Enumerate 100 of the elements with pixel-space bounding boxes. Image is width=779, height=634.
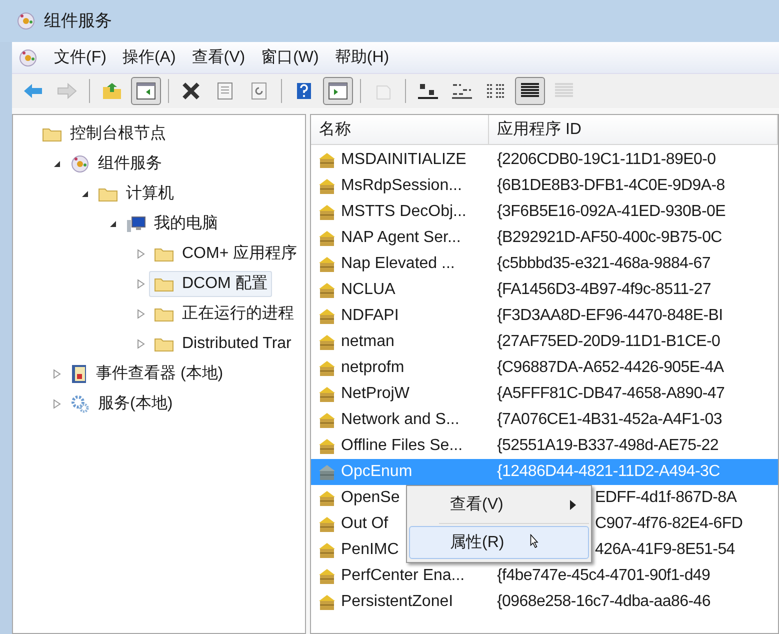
table-cell[interactable]: MSDAINITIALIZE <box>311 147 489 173</box>
details-view-icon <box>553 82 575 100</box>
menu-item[interactable]: 文件(F) <box>54 46 106 70</box>
event-log-icon <box>70 364 88 384</box>
tree-item[interactable]: 事件查看器 (本地) <box>65 361 228 387</box>
help-icon <box>296 82 312 100</box>
table-cell[interactable]: OpenSe <box>311 485 403 511</box>
tree-item[interactable]: 正在运行的进程 <box>149 301 299 327</box>
column-header[interactable]: 名称 <box>311 115 489 145</box>
tree-item-label: 事件查看器 (本地) <box>96 364 224 384</box>
toolbar-button[interactable] <box>515 77 545 105</box>
package-icon <box>317 254 337 274</box>
table-cell[interactable]: NetProjW <box>311 381 489 407</box>
gear-icon <box>70 394 90 414</box>
context-menu-item[interactable]: 查看(V) <box>409 488 589 521</box>
table-cell[interactable]: netman <box>311 329 489 355</box>
table-cell-text: {52551A19-B337-498d-AE75-22 <box>496 436 720 456</box>
folder-icon <box>154 246 174 262</box>
tree-item[interactable]: 服务(本地) <box>65 391 178 417</box>
table-cell-text: {3F6B5E16-092A-41ED-930B-0E <box>496 202 726 222</box>
expand-arrow-icon[interactable] <box>53 369 61 379</box>
tree-item[interactable]: Distributed Trar <box>149 331 296 357</box>
table-cell[interactable]: NDFAPI <box>311 303 489 329</box>
refresh-icon <box>250 82 268 100</box>
table-cell-text: {27AF75ED-20D9-11D1-B1CE-0 <box>496 332 722 352</box>
table-cell[interactable]: Offline Files Se... <box>311 433 489 459</box>
collapse-arrow-icon[interactable] <box>109 220 117 228</box>
toolbar-button[interactable] <box>323 77 353 105</box>
tree-item[interactable]: 我的电脑 <box>121 211 223 237</box>
column-header[interactable]: 应用程序 ID <box>489 115 778 145</box>
small-icons-view-icon <box>451 82 473 100</box>
expand-arrow-icon[interactable] <box>137 249 145 259</box>
context-menu-item[interactable]: 属性(R) <box>409 526 589 559</box>
tree-item[interactable]: 组件服务 <box>65 151 167 177</box>
tree-item[interactable]: 计算机 <box>93 181 179 207</box>
tree-item[interactable]: DCOM 配置 <box>149 271 272 297</box>
package-icon <box>317 566 337 586</box>
package-icon <box>317 488 337 508</box>
package-icon <box>317 228 337 248</box>
tree-item-label: COM+ 应用程序 <box>182 244 298 264</box>
menu-item[interactable]: 帮助(H) <box>334 46 390 70</box>
tree-pane-icon <box>136 82 156 100</box>
tree-item-label: Distributed Trar <box>182 334 292 354</box>
expand-arrow-icon[interactable] <box>137 339 145 349</box>
table-cell: {12486D44-4821-11D2-A494-3C <box>489 459 778 485</box>
forward-arrow-icon <box>57 83 77 99</box>
package-icon <box>317 280 337 300</box>
package-icon <box>317 306 337 326</box>
window-title: 组件服务 <box>44 10 112 32</box>
table-cell-text: {6B1DE8B3-DFB1-4C0E-9D9A-8 <box>496 176 726 196</box>
table-cell[interactable]: MsRdpSession... <box>311 173 489 199</box>
table-cell[interactable]: PersistentZoneI <box>311 589 489 615</box>
tree-item[interactable]: COM+ 应用程序 <box>149 241 302 267</box>
folder-icon <box>154 276 174 292</box>
folder-icon <box>154 336 174 352</box>
table-cell-text: 426A-41F9-8E51-54 <box>595 540 736 560</box>
table-cell[interactable]: Network and S... <box>311 407 489 433</box>
table-cell[interactable]: NAP Agent Ser... <box>311 225 489 251</box>
menu-item[interactable]: 查看(V) <box>192 46 246 70</box>
package-icon <box>317 150 337 170</box>
package-icon <box>317 540 337 560</box>
package-icon <box>317 514 337 534</box>
package-icon <box>317 592 337 612</box>
table-cell[interactable]: netprofm <box>311 355 489 381</box>
package-icon <box>317 176 337 196</box>
table-cell[interactable]: Nap Elevated ... <box>311 251 489 277</box>
table-cell[interactable]: Out Of <box>311 511 403 537</box>
package-icon <box>317 384 337 404</box>
tree-item-label: 计算机 <box>126 184 174 204</box>
large-icons-view-icon <box>417 82 439 100</box>
tree-item-label: 控制台根节点 <box>70 124 166 144</box>
component-icon <box>16 11 36 31</box>
table-cell[interactable]: NCLUA <box>311 277 489 303</box>
table-cell-text: {0968e258-16c7-4dba-aa86-46 <box>496 592 712 612</box>
component-icon <box>70 154 90 174</box>
table-cell-text: {7A076CE1-4B31-452a-A4F1-03 <box>496 410 723 430</box>
expand-arrow-icon[interactable] <box>137 279 145 289</box>
tree-item-label: 组件服务 <box>98 154 162 174</box>
tree-item-label: 服务(本地) <box>98 394 173 414</box>
folder-up-icon <box>102 82 122 100</box>
table-cell[interactable]: MSTTS DecObj... <box>311 199 489 225</box>
folder-icon <box>98 186 118 202</box>
table-cell-text: C907-4f76-82E4-6FD <box>595 514 744 534</box>
table-cell[interactable]: PenIMC <box>311 537 403 563</box>
collapse-arrow-icon[interactable] <box>53 160 61 168</box>
expand-arrow-icon[interactable] <box>53 399 61 409</box>
collapse-arrow-icon[interactable] <box>81 190 89 198</box>
details-view-icon <box>519 82 541 100</box>
table-cell-text: {f4be747e-45c4-4701-90f1-d49 <box>496 566 712 586</box>
tree-item[interactable]: 控制台根节点 <box>37 121 171 147</box>
expand-arrow-icon[interactable] <box>137 309 145 319</box>
menu-item[interactable]: 窗口(W) <box>261 46 319 70</box>
table-cell-text: {c5bbbd35-e321-468a-9884-67 <box>496 254 712 274</box>
table-cell-text: EDFF-4d1f-867D-8A <box>595 488 738 508</box>
component-icon <box>18 48 38 68</box>
table-cell[interactable]: PerfCenter Ena... <box>311 563 489 589</box>
tree-item-label: DCOM 配置 <box>182 274 268 294</box>
menu-item[interactable]: 操作(A) <box>122 46 176 70</box>
toolbar-button[interactable] <box>131 77 161 105</box>
package-icon <box>317 410 337 430</box>
